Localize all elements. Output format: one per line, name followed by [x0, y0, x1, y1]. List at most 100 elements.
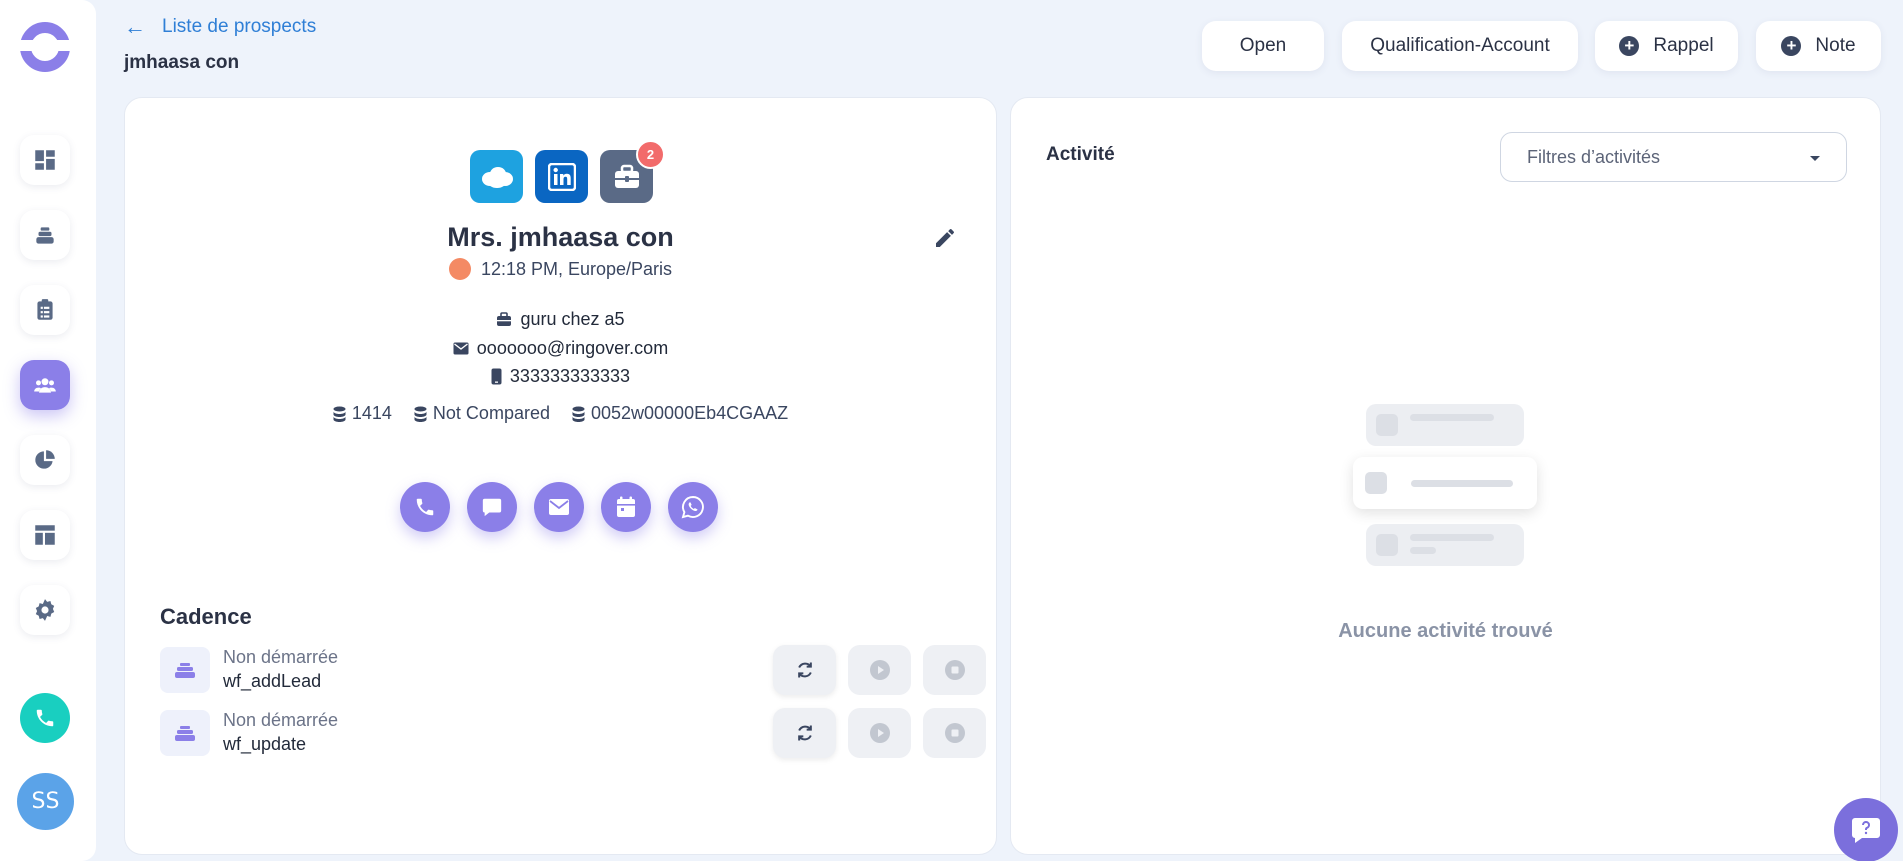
source-icons: 2 — [470, 140, 665, 203]
empty-state-text: Aucune activité trouvé — [1338, 620, 1553, 642]
skeleton-line — [1410, 547, 1436, 554]
help-chat-icon — [1852, 818, 1880, 843]
id-item: 0052w00000Eb4CGAAZ — [572, 403, 788, 424]
refresh-button[interactable] — [773, 645, 836, 695]
skeleton-square — [1365, 472, 1387, 494]
activity-title: Activité — [1046, 144, 1115, 165]
skeleton-square — [1376, 534, 1398, 556]
cadence-status: Non démarrée — [223, 710, 339, 730]
database-icon — [414, 406, 427, 422]
sidebar-item-stats[interactable] — [20, 435, 70, 485]
activity-filter-select[interactable]: Filtres d’activités — [1500, 132, 1847, 182]
clipboard-icon — [37, 299, 53, 320]
timezone-text: 12:18 PM, Europe/Paris — [480, 258, 673, 279]
phone-text: 333333333333 — [509, 366, 631, 386]
app-logo[interactable] — [18, 22, 72, 72]
pie-chart-icon — [35, 450, 55, 469]
whatsapp-button[interactable] — [668, 482, 718, 532]
email-text: ooooooo@ringover.com — [476, 338, 669, 358]
job-text: guru chez a5 — [520, 309, 625, 329]
email-button[interactable] — [534, 482, 584, 532]
envelope-icon — [453, 342, 469, 355]
status-open-label: Open — [1239, 35, 1287, 56]
contact-name: Mrs. jmhaasa con — [447, 222, 674, 252]
envelope-icon — [549, 499, 569, 515]
stop-icon — [944, 660, 965, 680]
chat-bubble-icon — [482, 498, 502, 517]
layout-icon — [35, 525, 55, 545]
linkedin-icon[interactable] — [535, 150, 588, 203]
whatsapp-icon — [681, 496, 704, 519]
empty-state-illustration — [1353, 404, 1543, 574]
salesforce-icon[interactable] — [470, 150, 523, 203]
stop-button[interactable] — [923, 708, 986, 758]
cadence-name[interactable]: wf_addLead — [223, 671, 321, 692]
rappel-label: Rappel — [1653, 35, 1714, 56]
sidebar-item-cadences[interactable] — [20, 210, 70, 260]
cadence-row: Non démarrée wf_update — [160, 708, 986, 758]
calendar-icon — [617, 496, 635, 517]
id-value: 1414 — [351, 403, 392, 423]
phone-icon — [416, 498, 434, 516]
notification-badge: 2 — [636, 140, 665, 169]
qualification-button[interactable]: Qualification-Account — [1342, 21, 1578, 71]
play-button[interactable] — [848, 645, 911, 695]
database-icon — [572, 406, 585, 422]
play-icon — [869, 660, 890, 680]
mobile-icon — [491, 368, 502, 385]
timezone-row: 12:18 PM, Europe/Paris — [125, 258, 996, 280]
stack-icon — [160, 710, 210, 756]
meeting-button[interactable] — [601, 482, 651, 532]
contact-actions — [400, 482, 718, 532]
email-line[interactable]: ooooooo@ringover.com — [125, 338, 996, 359]
refresh-button[interactable] — [773, 708, 836, 758]
job-line: guru chez a5 — [125, 309, 996, 330]
sidebar-item-people[interactable] — [20, 360, 70, 410]
phone-icon — [36, 709, 54, 727]
page-title: jmhaasa con — [124, 52, 240, 73]
phone-line[interactable]: 333333333333 — [125, 366, 996, 387]
sidebar-item-dashboard[interactable] — [20, 135, 70, 185]
skeleton-card — [1353, 457, 1537, 509]
sidebar-item-templates[interactable] — [20, 510, 70, 560]
briefcase-icon[interactable]: 2 — [600, 140, 665, 203]
id-value: Not Compared — [432, 403, 550, 423]
play-button[interactable] — [848, 708, 911, 758]
stop-button[interactable] — [923, 645, 986, 695]
stack-icon — [36, 227, 54, 244]
status-open-button[interactable]: Open — [1202, 21, 1324, 71]
sidebar-item-settings[interactable] — [20, 585, 70, 635]
activity-filter-placeholder: Filtres d’activités — [1527, 146, 1661, 167]
user-avatar[interactable]: SS — [17, 773, 74, 830]
refresh-icon — [797, 662, 812, 678]
skeleton-card — [1366, 524, 1524, 566]
sms-button[interactable] — [467, 482, 517, 532]
skeleton-line — [1410, 534, 1494, 541]
qualification-label: Qualification-Account — [1370, 35, 1550, 56]
play-icon — [869, 723, 890, 743]
contact-card: 2 Mrs. jmhaasa con 12:18 PM, Europe/Pari… — [124, 97, 997, 855]
help-button[interactable] — [1834, 798, 1898, 861]
id-item: 1414 — [333, 403, 392, 424]
caret-down-icon — [1810, 156, 1820, 161]
plus-icon: + — [1619, 36, 1640, 56]
database-icon — [333, 406, 346, 422]
refresh-icon — [797, 725, 812, 741]
cadence-name[interactable]: wf_update — [223, 734, 306, 755]
edit-icon[interactable] — [933, 226, 957, 255]
id-row: 1414 Not Compared 0052w00000Eb4CGAAZ — [125, 403, 996, 424]
id-value: 0052w00000Eb4CGAAZ — [590, 403, 789, 423]
back-link-label: Liste de prospects — [162, 16, 317, 37]
people-icon — [34, 378, 56, 393]
back-link[interactable]: ← Liste de prospects — [124, 14, 316, 40]
cadence-row: Non démarrée wf_addLead — [160, 645, 986, 695]
note-label: Note — [1815, 35, 1856, 56]
globe-clock-icon — [448, 258, 471, 280]
call-button[interactable] — [400, 482, 450, 532]
plus-icon: + — [1781, 36, 1802, 56]
sidebar-item-tasks[interactable] — [20, 285, 70, 335]
rappel-button[interactable]: + Rappel — [1595, 21, 1738, 71]
dialer-button[interactable] — [20, 693, 70, 743]
skeleton-card — [1366, 404, 1524, 446]
note-button[interactable]: + Note — [1756, 21, 1881, 71]
